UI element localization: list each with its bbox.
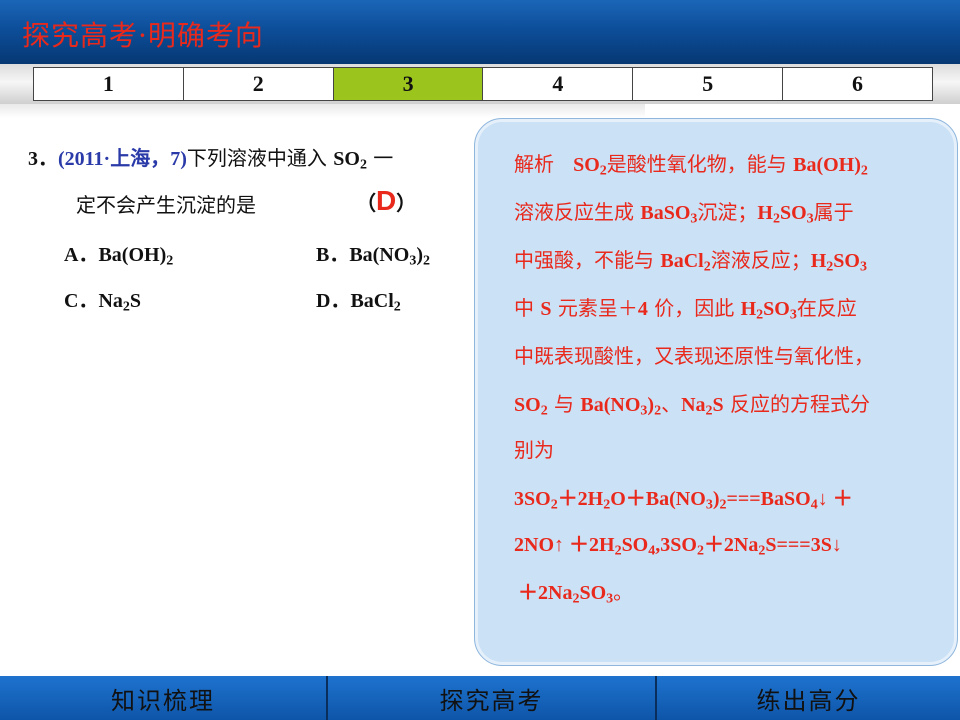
formula: SO [833, 250, 860, 272]
formula: SO [621, 534, 649, 556]
formula: ↓ ＋ [817, 488, 853, 510]
formula: BaCl [660, 250, 704, 272]
formula: S [712, 394, 724, 416]
analysis-equation-3: ＋2Na2SO3。 [518, 580, 634, 607]
formula: S===3S↓ [765, 534, 842, 556]
formula: ===BaSO [726, 488, 811, 510]
formula: SO [779, 202, 807, 224]
text: 别为 [514, 438, 554, 462]
text: 与 [554, 392, 581, 416]
analysis-equation-2: 2NO↑ ＋2H2SO4,3SO2＋2Na2S===3S↓ [514, 534, 842, 559]
formula: Na [681, 394, 706, 416]
tab-5[interactable]: 5 [633, 68, 784, 100]
formula: S [540, 298, 552, 320]
text: 反应的方程式分 [730, 392, 871, 416]
answer-letter: D [376, 185, 397, 216]
formula: SO [763, 298, 790, 320]
text: 中强酸，不能与 [514, 248, 661, 272]
question-tabs: 1 2 3 4 5 6 [33, 67, 933, 101]
analysis-line-6: SO2 与 Ba(NO3)2、Na2S 反应的方程式分 [514, 392, 871, 419]
formula: SO [579, 582, 607, 604]
footer-explore-exam[interactable]: 探究高考 [328, 676, 657, 720]
option-text: BaCl [350, 290, 394, 312]
text: 价，因此 [647, 296, 741, 320]
question-text: 下列溶液中通入 [186, 146, 334, 170]
text: 溶液反应生成 [514, 200, 641, 224]
formula: O＋Ba(NO [610, 488, 706, 510]
text: 沉淀； [697, 200, 758, 224]
question-line-1: 3．(2011·上海，7)下列溶液中通入 SO2 一 [28, 146, 394, 173]
formula: 2NO↑ ＋2H [514, 534, 615, 556]
footer-practice[interactable]: 练出高分 [657, 676, 960, 720]
question-text: 定不会产生沉淀的是 [76, 193, 256, 217]
formula: H [810, 250, 827, 272]
formula: H [740, 298, 757, 320]
analysis-equation-1: 3SO2＋2H2O＋Ba(NO3)2===BaSO4↓ ＋ [514, 488, 853, 513]
formula: 3SO [514, 488, 551, 510]
tab-3[interactable]: 3 [333, 68, 484, 100]
answer-paren: ） [396, 193, 417, 215]
answer-slot: （D） [356, 185, 416, 217]
question-line-2: 定不会产生沉淀的是 [76, 189, 256, 218]
formula: ,3SO [655, 534, 697, 556]
decorative-stripe [0, 104, 645, 118]
formula: Ba(OH) [793, 154, 861, 176]
formula: BaSO [640, 202, 691, 224]
formula: H [757, 202, 773, 224]
footer-knowledge-review[interactable]: 知识梳理 [0, 676, 328, 720]
formula: ＋2Na [518, 582, 573, 604]
tab-1[interactable]: 1 [34, 68, 184, 100]
option-text: Na [98, 290, 123, 312]
formula: SO [573, 154, 600, 176]
analysis-line-3: 中强酸，不能与 BaCl2溶液反应；H2SO3 [514, 248, 867, 275]
header-bar: 探究高考·明确考向 [0, 0, 960, 64]
page-title: 探究高考·明确考向 [22, 19, 264, 52]
analysis-label: 解析 [514, 152, 554, 176]
tab-6[interactable]: 6 [783, 68, 932, 100]
analysis-line-1: 解析 SO2是酸性氧化物，能与 Ba(OH)2 [514, 152, 868, 179]
text: 。 [613, 580, 634, 604]
option-b: B．Ba(NO3)2 [316, 244, 431, 269]
footer-nav: 知识梳理 探究高考 练出高分 [0, 676, 960, 720]
text: 、 [661, 392, 682, 416]
number: 4 [637, 298, 648, 320]
tab-4[interactable]: 4 [483, 68, 634, 100]
formula-so2: SO [333, 148, 360, 170]
option-d: D．BaCl2 [316, 290, 401, 315]
text: 中 [514, 296, 541, 320]
option-label: C． [64, 290, 99, 312]
text: 是酸性氧化物，能与 [606, 152, 794, 176]
formula: Ba(NO [580, 394, 641, 416]
analysis-line-7: 别为 [514, 434, 554, 463]
formula: ＋2Na [703, 534, 759, 556]
text: 元素呈＋ [551, 296, 638, 320]
analysis-line-5: 中既表现酸性，又表现还原性与氧化性， [514, 340, 874, 369]
answer-paren: （ [356, 193, 376, 215]
option-c: C．Na2S [64, 290, 142, 315]
text: 中既表现酸性，又表现还原性与氧化性， [514, 344, 874, 368]
text: 在反应 [796, 296, 857, 320]
analysis-line-4: 中 S 元素呈＋4 价，因此 H2SO3在反应 [514, 296, 857, 323]
formula: ＋2H [557, 488, 604, 510]
text: 属于 [813, 200, 854, 224]
option-text: Ba(OH) [98, 244, 167, 266]
option-label: B． [316, 244, 350, 266]
option-label: A． [64, 244, 99, 266]
option-text: Ba(NO [349, 244, 410, 266]
tab-2[interactable]: 2 [184, 68, 334, 100]
question-text: 一 [366, 146, 394, 170]
question-source: (2011·上海，7) [58, 148, 187, 170]
option-a: A．Ba(OH)2 [64, 244, 174, 269]
text: 溶液反应； [710, 248, 811, 272]
formula: SO [514, 394, 541, 416]
option-label: D． [316, 290, 351, 312]
question-number: 3． [28, 148, 58, 170]
analysis-line-2: 溶液反应生成 BaSO3沉淀；H2SO3属于 [514, 200, 854, 227]
